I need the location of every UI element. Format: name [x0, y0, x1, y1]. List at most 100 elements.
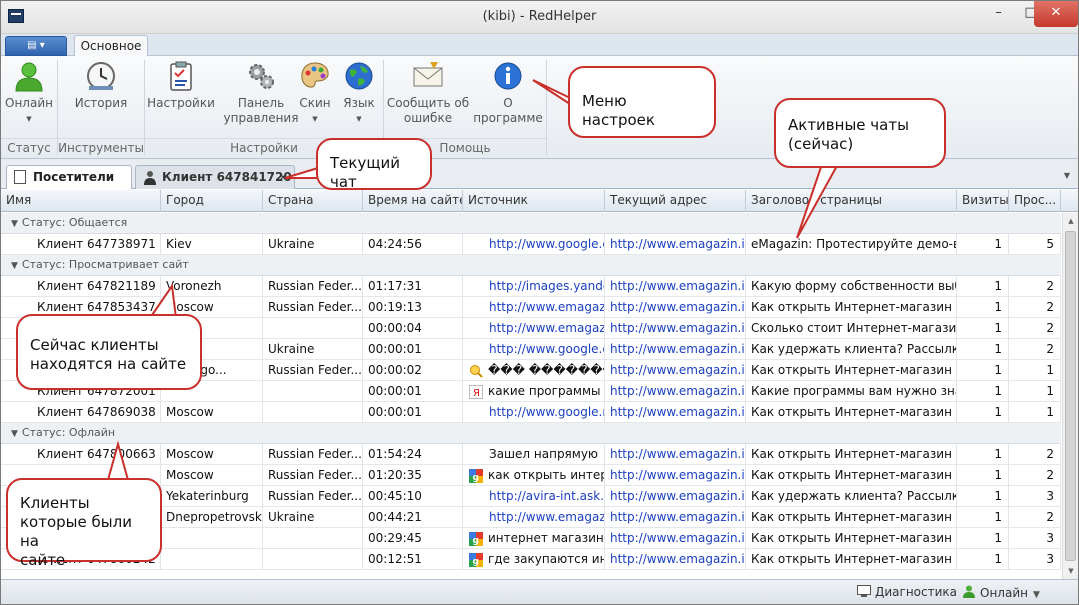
close-tab-button[interactable]: ×	[278, 166, 288, 188]
cell-text: http://www.emagazin.info	[610, 363, 745, 377]
cell-text: 2	[1046, 342, 1054, 356]
cell-page: Как открыть Интернет-магазин - п...	[746, 444, 957, 465]
cell-url: http://www.emagazin.info	[605, 549, 746, 570]
cell-text: 1	[994, 321, 1002, 335]
callout-current-chat: Текущий чат	[316, 138, 432, 191]
vertical-scrollbar[interactable]: ▲ ▼	[1062, 213, 1078, 579]
cell-text: 00:00:01	[368, 342, 422, 356]
column-header[interactable]: Прос...	[1009, 190, 1061, 212]
column-header[interactable]: Текущий адрес	[605, 190, 746, 212]
collapse-triangle-icon[interactable]: ▼	[11, 219, 18, 229]
cell-name: Клиент 647738971	[1, 234, 161, 255]
status-dropdown[interactable]: Онлайн ▼	[963, 585, 1040, 600]
ribbon-button-3[interactable]: Панель управления	[217, 60, 305, 126]
cell-text: 1	[994, 237, 1002, 251]
cell-text: 1	[994, 405, 1002, 419]
cell-views: 2	[1009, 318, 1061, 339]
column-header[interactable]: Визиты	[957, 190, 1009, 212]
cell-text: 00:00:01	[368, 405, 422, 419]
svg-text:Я: Я	[473, 388, 480, 399]
cell-text: Как открыть Интернет-магазин дл...	[751, 510, 956, 524]
cell-source: http://www.emagazin.info	[463, 507, 605, 528]
table-row[interactable]: Moscow Russian Feder... 01:20:35 g как откры…	[1, 465, 1061, 486]
column-header[interactable]: Страна	[263, 190, 363, 212]
cell-text: 01:20:35	[368, 468, 422, 482]
column-header[interactable]: Заголовок страницы	[746, 190, 957, 212]
cell-views: 1	[1009, 381, 1061, 402]
history-clock-icon	[85, 60, 117, 92]
table-row[interactable]: Клиент 647800663 Moscow Russian Feder... 01…	[1, 444, 1061, 465]
cell-country: Russian Feder...	[263, 465, 363, 486]
column-header[interactable]: Имя	[1, 190, 161, 212]
cell-text: Как открыть Интернет-магазин - п...	[751, 363, 956, 377]
cell-country: Russian Feder...	[263, 297, 363, 318]
ribbon-button-4[interactable]: Скин ▼	[293, 60, 337, 127]
cell-page: Как удержать клиента? Рассылки,...	[746, 486, 957, 507]
yandex-icon: Я	[469, 384, 483, 399]
ribbon-button-5[interactable]: Язык ▼	[337, 60, 381, 127]
cell-text: http://www.emagazin.info	[489, 300, 605, 314]
close-window-button[interactable]: ✕	[1034, 1, 1078, 27]
collapse-triangle-icon[interactable]: ▼	[11, 261, 18, 271]
cell-text: http://images.yandex	[489, 279, 605, 293]
google-icon: g	[469, 531, 483, 546]
cell-time: 00:00:02	[363, 360, 463, 381]
cell-text: 1	[994, 447, 1002, 461]
tab-main[interactable]: Основное	[74, 35, 148, 57]
cell-text: Russian Feder...	[268, 468, 362, 482]
cell-time: 00:12:51	[363, 549, 463, 570]
callout-were-on-site: Клиенты которые были на сайте	[6, 478, 162, 569]
cell-text: Russian Feder...	[268, 447, 362, 461]
cell-text: Ukraine	[268, 237, 315, 251]
cell-text: Какую форму собственности выб...	[751, 279, 957, 293]
scroll-down-icon[interactable]: ▼	[1063, 563, 1078, 579]
ribbon-button-0[interactable]: Онлайн ▼	[3, 60, 55, 127]
tab-visitors[interactable]: Посетители (8)	[6, 165, 132, 206]
cell-page: Как открыть Интернет-магазин - п...	[746, 360, 957, 381]
cell-page: Как открыть Интернет-магазин -...	[746, 528, 957, 549]
cell-city: Moscow	[161, 444, 263, 465]
google-icon: g	[469, 468, 483, 483]
control-panel-gears-icon	[245, 60, 277, 92]
ribbon-tab-strip: ▤ ▾ Основное	[1, 34, 1078, 57]
group-row[interactable]: ▼ Статус: Общается	[1, 213, 1061, 234]
cell-url: http://www.emagazin.info	[605, 486, 746, 507]
cell-text: 01:17:31	[368, 279, 422, 293]
cell-text: http://www.emagazin.info	[610, 468, 745, 482]
cell-text: 5	[1046, 237, 1054, 251]
group-row[interactable]: ▼ Статус: Офлайн	[1, 423, 1061, 444]
cell-text: Dnepropetrovsk	[166, 510, 262, 524]
minimize-button[interactable]: –	[983, 1, 1014, 27]
tabs-dropdown-icon[interactable]: ▼	[1064, 171, 1070, 180]
cell-page: Сколько стоит Интернет-магазин?...	[746, 318, 957, 339]
cell-text: http://www.google.ru	[489, 405, 605, 419]
cell-text: 00:00:04	[368, 321, 422, 335]
ribbon-button-1[interactable]: История	[61, 60, 141, 111]
scroll-thumb[interactable]	[1065, 231, 1076, 561]
cell-text: 1	[1046, 405, 1054, 419]
scroll-up-icon[interactable]: ▲	[1063, 213, 1078, 229]
table-row[interactable]: Клиент 647869038 Moscow 00:00:01 http://www…	[1, 402, 1061, 423]
ribbon-button-2[interactable]: Настройки	[147, 60, 215, 111]
cell-name: Клиент 647800663	[1, 444, 161, 465]
group-row[interactable]: ▼ Статус: Просматривает сайт	[1, 255, 1061, 276]
cell-text: 2	[1046, 468, 1054, 482]
ribbon-button-6[interactable]: Сообщить об ошибке	[385, 60, 471, 126]
cell-country: Russian Feder...	[263, 360, 363, 381]
ribbon-button-7[interactable]: О программе	[471, 60, 545, 126]
column-header[interactable]: Время на сайте	[363, 190, 463, 212]
tab-client-chat[interactable]: Клиент 647841720 ×	[135, 165, 295, 189]
table-row[interactable]: Клиент 647738971 Kiev Ukraine 04:24:56 http:…	[1, 234, 1061, 255]
table-row[interactable]: Клиент 647821189 Voronezh Russian Feder...…	[1, 276, 1061, 297]
cell-text: http://www.google.com	[489, 342, 604, 356]
column-header[interactable]: Город	[161, 190, 263, 212]
app-menu-button[interactable]: ▤ ▾	[5, 36, 67, 56]
cell-text: 1	[994, 342, 1002, 356]
collapse-triangle-icon[interactable]: ▼	[11, 429, 18, 439]
cell-url: http://www.emagazin.info	[605, 381, 746, 402]
cell-text: Как открыть Интернет-магазин - п...	[751, 300, 956, 314]
column-header[interactable]: Источник	[463, 190, 605, 212]
diagnostics-button[interactable]: Диагностика	[857, 585, 957, 599]
cell-text: 1	[994, 552, 1002, 566]
cell-text: 1	[994, 363, 1002, 377]
